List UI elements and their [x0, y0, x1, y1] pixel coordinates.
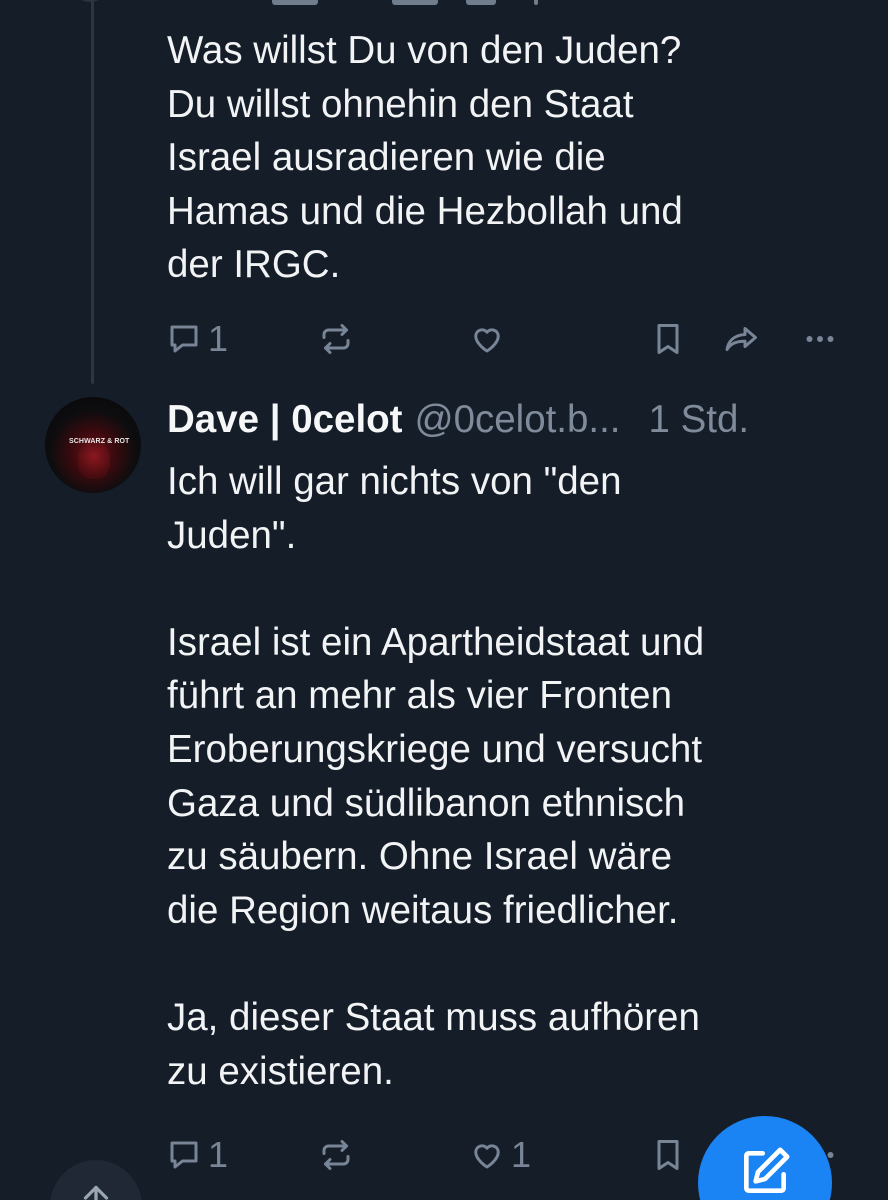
compose-button[interactable] — [698, 1116, 832, 1200]
more-options-button[interactable] — [802, 314, 838, 364]
previous-avatar-edge — [70, 0, 110, 2]
reply-post-text: Ich will gar nichts von "den Juden". Isr… — [167, 460, 705, 1093]
arrow-up-icon — [83, 1185, 109, 1200]
bookmark-icon — [657, 1140, 679, 1170]
bookmark-button[interactable] — [650, 314, 686, 364]
reply-count: 1 — [208, 318, 229, 359]
compose-pencil-icon — [744, 1147, 790, 1193]
previous-meta-edge — [272, 0, 318, 5]
previous-meta-edge — [392, 0, 438, 5]
avatar-figure — [78, 441, 110, 479]
share-button[interactable] — [722, 314, 762, 364]
repost-arrows-icon — [322, 324, 350, 354]
like-button[interactable]: 1 — [469, 1130, 531, 1180]
bookmark-icon — [657, 324, 679, 354]
previous-meta-edge — [534, 0, 538, 5]
author-name[interactable]: Dave | 0celot — [167, 398, 402, 442]
speech-bubble-icon — [170, 1141, 198, 1169]
ellipsis-icon — [806, 336, 834, 342]
previous-meta-edge — [466, 0, 496, 5]
bookmark-button[interactable] — [650, 1130, 686, 1180]
reply-button[interactable]: 1 — [166, 314, 228, 364]
post-thread: Was willst Du von den Juden? Du willst o… — [0, 0, 888, 1200]
heart-icon — [474, 328, 500, 353]
parent-post-text: Was willst Du von den Juden? Du willst o… — [167, 29, 683, 287]
like-count: 1 — [511, 1134, 532, 1175]
avatar[interactable]: SCHWARZ & ROT — [45, 397, 141, 493]
post-header: Dave | 0celot @0celot.b... 1 Std. — [167, 392, 867, 448]
speech-bubble-icon — [170, 325, 198, 353]
reply-button[interactable]: 1 — [166, 1130, 228, 1180]
avatar-text: SCHWARZ & ROT — [69, 438, 130, 445]
share-arrow-icon — [725, 327, 757, 351]
repost-button[interactable] — [318, 314, 360, 364]
reply-count: 1 — [208, 1134, 229, 1175]
repost-button[interactable] — [318, 1130, 360, 1180]
post-time: 1 Std. — [648, 398, 750, 441]
like-button[interactable] — [469, 314, 511, 364]
heart-icon — [474, 1144, 500, 1169]
repost-arrows-icon — [322, 1140, 350, 1170]
author-handle[interactable]: @0celot.b... — [414, 398, 620, 442]
parent-post-actions: 1 — [0, 314, 888, 364]
